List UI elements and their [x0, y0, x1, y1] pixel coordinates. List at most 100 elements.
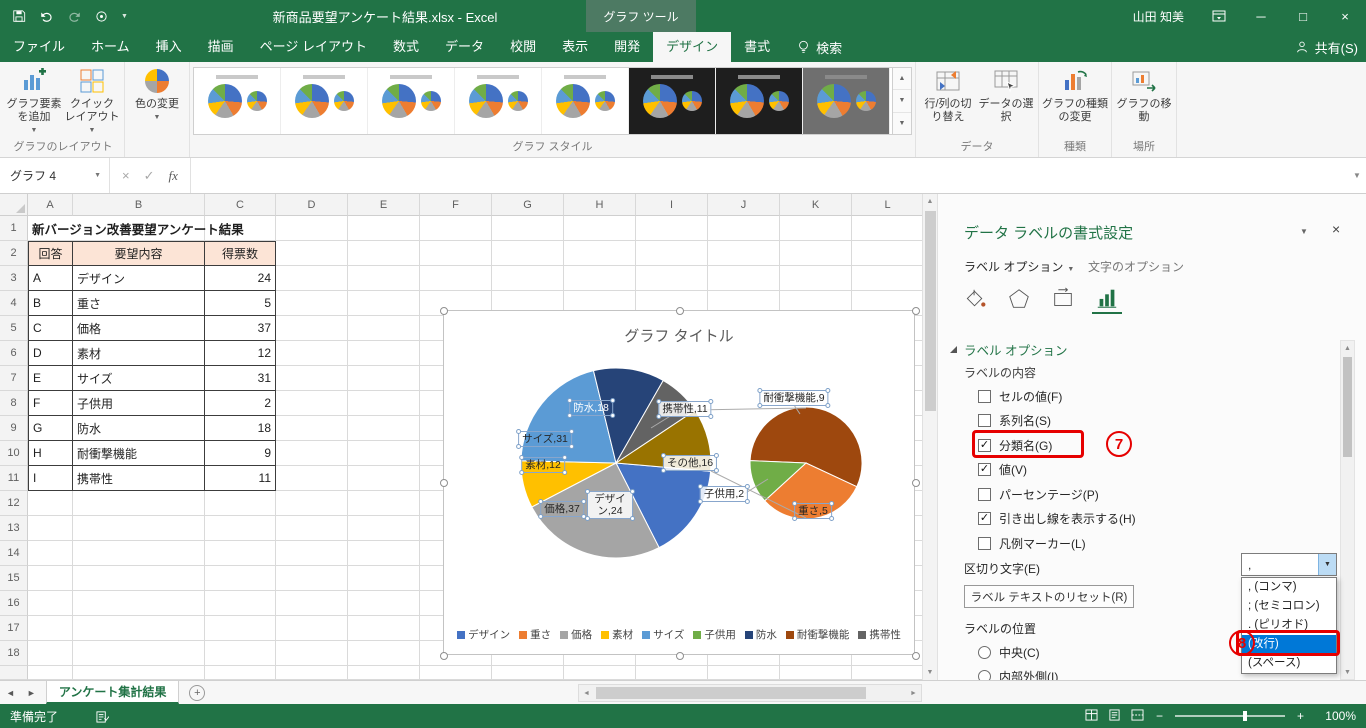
scroll-down-icon[interactable]: ▼	[1341, 665, 1354, 679]
cell-J1[interactable]	[708, 216, 780, 241]
normal-view-icon[interactable]	[1085, 708, 1098, 724]
ribbon-tab-8[interactable]: 表示	[549, 32, 601, 62]
cell-G1[interactable]	[492, 216, 564, 241]
ribbon-tab-1[interactable]: ホーム	[78, 32, 143, 62]
cell-I3[interactable]	[636, 266, 708, 291]
vertical-scrollbar[interactable]: ▲ ▼	[922, 194, 937, 680]
cell-A8[interactable]: F	[28, 391, 73, 416]
separator-option-4[interactable]: (スペース)	[1242, 654, 1336, 673]
cell-C4[interactable]: 5	[205, 291, 276, 316]
cell-C10[interactable]: 9	[205, 441, 276, 466]
row-header-19[interactable]	[0, 666, 28, 680]
cell-A13[interactable]	[28, 516, 73, 541]
cell-H2[interactable]	[564, 241, 636, 266]
section-label-options[interactable]: ラベル オプション	[950, 340, 1067, 359]
data-label-重さ[interactable]: 重さ,5	[792, 501, 834, 521]
cell-K19[interactable]	[780, 666, 852, 680]
ribbon-tab-7[interactable]: 校閲	[497, 32, 549, 62]
cell-A16[interactable]	[28, 591, 73, 616]
cell-A3[interactable]: A	[28, 266, 73, 291]
cell-J3[interactable]	[708, 266, 780, 291]
zoom-out-button[interactable]: −	[1156, 709, 1163, 723]
row-header-15[interactable]: 15	[0, 566, 28, 591]
cell-K2[interactable]	[780, 241, 852, 266]
cell-A11[interactable]: I	[28, 466, 73, 491]
customize-quick-access-icon[interactable]: ▼	[121, 13, 128, 20]
chart-selection-handle[interactable]	[912, 479, 920, 487]
cell-C19[interactable]	[205, 666, 276, 680]
chart-selection-handle[interactable]	[440, 652, 448, 660]
legend-item-耐衝撃機能[interactable]: 耐衝撃機能	[785, 627, 849, 642]
zoom-level[interactable]: 100%	[1316, 709, 1356, 723]
cell-D4[interactable]	[276, 291, 348, 316]
close-button[interactable]: ×	[1324, 0, 1366, 32]
column-header-F[interactable]: F	[420, 194, 492, 216]
cell-D10[interactable]	[276, 441, 348, 466]
cell-C13[interactable]	[205, 516, 276, 541]
data-label-サイズ[interactable]: サイズ,31	[516, 429, 574, 449]
row-header-2[interactable]: 2	[0, 241, 28, 266]
radio-row-0[interactable]: 中央(C)	[978, 640, 1058, 664]
cell-E15[interactable]	[348, 566, 420, 591]
chart-selection-handle[interactable]	[676, 652, 684, 660]
radio-button-icon[interactable]	[978, 645, 991, 659]
row-header-10[interactable]: 10	[0, 441, 28, 466]
cell-C2[interactable]: 得票数	[205, 241, 276, 266]
scroll-up-icon[interactable]: ▲	[923, 194, 937, 209]
cell-D19[interactable]	[276, 666, 348, 680]
checkbox-row-6[interactable]: 凡例マーカー(L)	[978, 531, 1136, 556]
cell-E12[interactable]	[348, 491, 420, 516]
cell-F1[interactable]	[420, 216, 492, 241]
data-label-耐衝撃機能[interactable]: 耐衝撃機能,9	[757, 388, 831, 408]
cell-D6[interactable]	[276, 341, 348, 366]
radio-button-icon[interactable]	[978, 669, 991, 680]
page-layout-view-icon[interactable]	[1108, 708, 1121, 724]
label-options-icon[interactable]	[1092, 284, 1122, 314]
row-header-8[interactable]: 8	[0, 391, 28, 416]
new-sheet-button[interactable]: +	[189, 684, 206, 701]
cell-B15[interactable]	[73, 566, 205, 591]
touch-mode-icon[interactable]	[95, 10, 108, 23]
ribbon-tab-6[interactable]: データ	[432, 32, 497, 62]
cell-C15[interactable]	[205, 566, 276, 591]
cell-D16[interactable]	[276, 591, 348, 616]
checkbox-row-0[interactable]: セルの値(F)	[978, 384, 1136, 409]
cell-A2[interactable]: 回答	[28, 241, 73, 266]
row-header-13[interactable]: 13	[0, 516, 28, 541]
column-header-A[interactable]: A	[28, 194, 73, 216]
cell-B6[interactable]: 素材	[73, 341, 205, 366]
cell-E6[interactable]	[348, 341, 420, 366]
cell-A19[interactable]	[28, 666, 73, 680]
cell-B17[interactable]	[73, 616, 205, 641]
vertical-scrollbar-thumb[interactable]	[925, 211, 936, 411]
checkbox-unchecked-icon[interactable]	[978, 389, 991, 403]
chart-legend[interactable]: デザイン 重さ 価格 素材 サイズ 子供用 防水 耐衝撃機能 携帯性	[444, 627, 914, 642]
cell-A5[interactable]: C	[28, 316, 73, 341]
checkbox-checked-icon[interactable]: ✓	[978, 512, 991, 526]
cell-A17[interactable]	[28, 616, 73, 641]
ribbon-tab-0[interactable]: ファイル	[0, 32, 78, 62]
cell-E10[interactable]	[348, 441, 420, 466]
column-header-D[interactable]: D	[276, 194, 348, 216]
chart-selection-handle[interactable]	[912, 652, 920, 660]
chart-selection-handle[interactable]	[912, 307, 920, 315]
accessibility-checker-icon[interactable]	[96, 710, 110, 723]
name-box-caret-icon[interactable]: ▼	[94, 172, 101, 179]
column-header-E[interactable]: E	[348, 194, 420, 216]
cell-H3[interactable]	[564, 266, 636, 291]
cell-D15[interactable]	[276, 566, 348, 591]
cell-B5[interactable]: 価格	[73, 316, 205, 341]
cell-B14[interactable]	[73, 541, 205, 566]
cell-B9[interactable]: 防水	[73, 416, 205, 441]
checkbox-row-4[interactable]: パーセンテージ(P)	[978, 482, 1136, 507]
tell-me-button[interactable]: 検索	[783, 32, 856, 62]
gallery-scroll-down-icon[interactable]: ▼	[893, 90, 911, 113]
name-box[interactable]: グラフ 4 ▼	[0, 158, 110, 193]
minimize-button[interactable]: ─	[1240, 0, 1282, 32]
cell-E9[interactable]	[348, 416, 420, 441]
cell-L3[interactable]	[852, 266, 924, 291]
column-header-G[interactable]: G	[492, 194, 564, 216]
row-header-7[interactable]: 7	[0, 366, 28, 391]
radio-row-1[interactable]: 内部外側(I)	[978, 664, 1058, 680]
ribbon-tab-4[interactable]: ページ レイアウト	[247, 32, 380, 62]
